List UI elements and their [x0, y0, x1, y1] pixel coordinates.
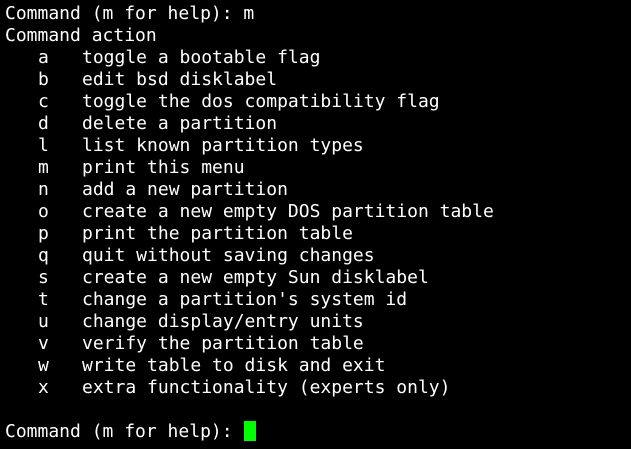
- menu-item-key: m: [38, 157, 49, 178]
- previous-command-line: Command (m for help): m: [5, 3, 255, 24]
- menu-item-description: print the partition table: [82, 223, 353, 244]
- menu-item-key: p: [38, 223, 49, 244]
- menu-item-key: d: [38, 113, 49, 134]
- menu-item-key: s: [38, 267, 49, 288]
- command-prompt: Command (m for help):: [5, 421, 244, 442]
- menu-item-description: print this menu: [82, 157, 245, 178]
- menu-item-description: create a new empty DOS partition table: [82, 201, 494, 222]
- menu-item-key: c: [38, 91, 49, 112]
- menu-item-description: list known partition types: [82, 135, 364, 156]
- menu-item: c toggle the dos compatibility flag: [5, 91, 631, 113]
- menu-item: d delete a partition: [5, 113, 631, 135]
- menu-item-key: x: [38, 377, 49, 398]
- menu-item: b edit bsd disklabel: [5, 69, 631, 91]
- terminal-window[interactable]: Command (m for help): m Command action a…: [0, 0, 631, 449]
- menu-item-description: change a partition's system id: [82, 289, 408, 310]
- menu-item: u change display/entry units: [5, 311, 631, 333]
- menu-item: v verify the partition table: [5, 333, 631, 355]
- menu-item-description: create a new empty Sun disklabel: [82, 267, 429, 288]
- menu-item: w write table to disk and exit: [5, 355, 631, 377]
- menu-item: m print this menu: [5, 157, 631, 179]
- menu-item: n add a new partition: [5, 179, 631, 201]
- menu-item: p print the partition table: [5, 223, 631, 245]
- menu-item-description: extra functionality (experts only): [82, 377, 451, 398]
- menu-item: t change a partition's system id: [5, 289, 631, 311]
- menu-item-key: u: [38, 311, 49, 332]
- menu-item: q quit without saving changes: [5, 245, 631, 267]
- menu-item-key: o: [38, 201, 49, 222]
- menu-item-description: verify the partition table: [82, 333, 364, 354]
- menu-item-key: v: [38, 333, 49, 354]
- text-cursor: [244, 421, 257, 441]
- menu-item: s create a new empty Sun disklabel: [5, 267, 631, 289]
- menu-item-key: a: [38, 47, 49, 68]
- menu-list: a toggle a bootable flag b edit bsd diskla…: [5, 47, 631, 399]
- menu-item-key: t: [38, 289, 49, 310]
- menu-item-key: b: [38, 69, 49, 90]
- menu-item-key: w: [38, 355, 49, 376]
- menu-item: l list known partition types: [5, 135, 631, 157]
- menu-item-description: edit bsd disklabel: [82, 69, 278, 90]
- menu-item-description: quit without saving changes: [82, 245, 375, 266]
- menu-item-description: add a new partition: [82, 179, 288, 200]
- menu-item-description: delete a partition: [82, 113, 278, 134]
- menu-item: a toggle a bootable flag: [5, 47, 631, 69]
- command-action-header: Command action: [5, 25, 157, 46]
- menu-item: x extra functionality (experts only): [5, 377, 631, 399]
- menu-item: o create a new empty DOS partition table: [5, 201, 631, 223]
- menu-item-description: write table to disk and exit: [82, 355, 386, 376]
- menu-item-description: toggle a bootable flag: [82, 47, 321, 68]
- menu-item-key: l: [38, 135, 49, 156]
- menu-item-key: n: [38, 179, 49, 200]
- menu-item-description: change display/entry units: [82, 311, 364, 332]
- command-prompt-line[interactable]: Command (m for help):: [5, 421, 631, 443]
- menu-item-description: toggle the dos compatibility flag: [82, 91, 440, 112]
- menu-item-key: q: [38, 245, 49, 266]
